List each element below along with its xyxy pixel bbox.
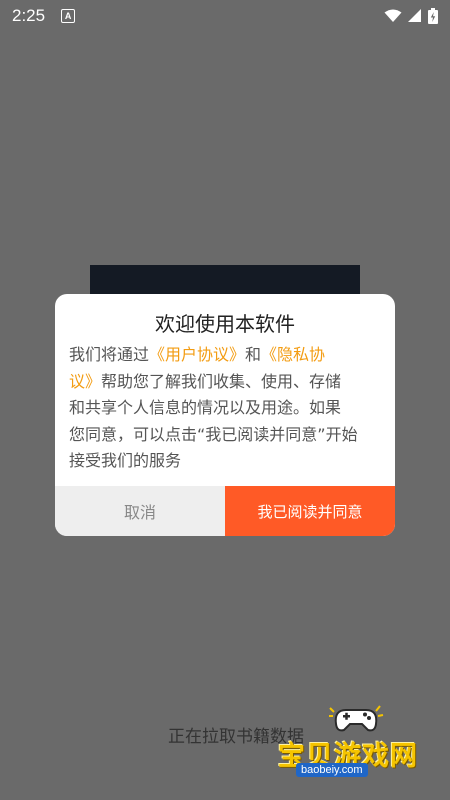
- status-bar: 2:25 A: [0, 0, 450, 32]
- user-agreement-link[interactable]: 《用户协议》: [149, 345, 245, 364]
- notification-a-icon: A: [61, 9, 76, 23]
- body-text: 您同意，可以点击“我已阅读并同意”开始: [69, 424, 358, 444]
- body-text: 接受我们的服务: [69, 451, 182, 470]
- body-text: 帮助您了解我们收集、使用、存储: [101, 371, 342, 391]
- privacy-policy-link[interactable]: 议》: [69, 372, 101, 391]
- battery-charging-icon: [428, 8, 438, 24]
- site-watermark: 宝贝游戏网 baobeiy.com: [270, 700, 445, 784]
- cancel-button[interactable]: 取消: [55, 486, 225, 536]
- body-text: 和共享个人信息的情况以及用途。如果: [69, 398, 342, 417]
- agree-button[interactable]: 我已阅读并同意: [225, 486, 395, 536]
- status-time: 2:25: [12, 6, 46, 25]
- privacy-policy-link[interactable]: 《隐私协: [261, 345, 325, 364]
- signal-icon: [408, 9, 421, 22]
- gamepad-icon: [329, 705, 384, 732]
- dialog-title: 欢迎使用本软件: [155, 312, 295, 336]
- status-icons: [384, 8, 438, 24]
- wifi-icon: [384, 9, 402, 22]
- dialog-body: 我们将通过《用户协议》和《隐私协 议》帮助您了解我们收集、使用、存储 和共享个人…: [69, 342, 385, 475]
- dialog-buttons: 取消 我已阅读并同意: [55, 486, 395, 536]
- privacy-dialog: 欢迎使用本软件 我们将通过《用户协议》和《隐私协 议》帮助您了解我们收集、使用、…: [55, 294, 395, 536]
- body-text: 和: [245, 345, 262, 364]
- body-text: 我们将通过: [69, 345, 150, 364]
- watermark-url: baobeiy.com: [296, 763, 368, 777]
